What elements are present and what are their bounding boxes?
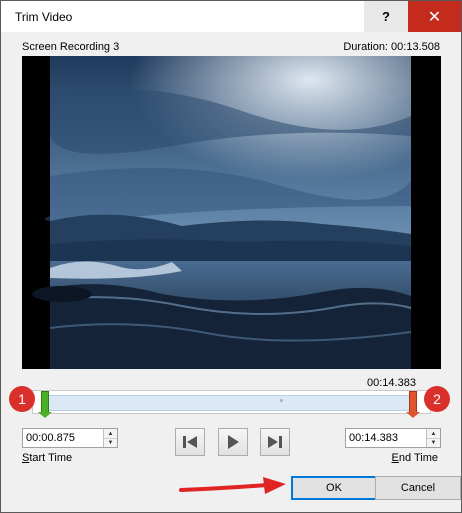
end-time-input[interactable]: [346, 429, 421, 447]
dialog-title: Trim Video: [15, 10, 73, 24]
annotation-badge-start: 1: [9, 386, 35, 412]
playhead-marker[interactable]: [280, 399, 283, 402]
start-time-spinner: ▲ ▼: [22, 428, 118, 448]
chevron-down-icon[interactable]: ▼: [427, 438, 440, 447]
annotation-arrow: [179, 477, 286, 494]
chevron-down-icon[interactable]: ▼: [104, 438, 117, 447]
play-button[interactable]: [218, 428, 248, 456]
title-bar: Trim Video ? ✕: [1, 1, 461, 32]
end-time-label: End Time: [391, 452, 438, 464]
start-time-input[interactable]: [23, 429, 98, 447]
trim-timeline[interactable]: [32, 390, 431, 418]
annotation-badge-end: 2: [424, 386, 450, 412]
next-frame-button[interactable]: [260, 428, 290, 456]
end-trim-handle[interactable]: [406, 391, 420, 418]
help-button[interactable]: ?: [364, 1, 408, 32]
video-preview: [22, 56, 441, 369]
trim-video-dialog: Trim Video ? ✕ Screen Recording 3 Durati…: [0, 0, 462, 513]
previous-frame-button[interactable]: [175, 428, 205, 456]
end-time-readout: 00:14.383: [367, 377, 416, 389]
video-frame-image: [32, 56, 412, 369]
trim-selection: [43, 395, 412, 411]
start-time-label: Start Time: [22, 452, 73, 464]
end-time-spin-buttons: ▲ ▼: [426, 429, 440, 447]
close-button[interactable]: ✕: [408, 1, 461, 32]
ok-button[interactable]: OK: [291, 476, 377, 500]
end-time-spinner: ▲ ▼: [345, 428, 441, 448]
video-name: Screen Recording 3: [22, 41, 120, 53]
next-frame-icon: [268, 436, 282, 448]
previous-frame-icon: [183, 436, 197, 448]
start-time-spin-buttons: ▲ ▼: [103, 429, 117, 447]
play-icon: [228, 435, 239, 449]
cancel-button[interactable]: Cancel: [375, 476, 461, 500]
video-duration: Duration: 00:13.508: [343, 41, 440, 53]
start-trim-handle[interactable]: [38, 391, 52, 418]
close-icon: ✕: [427, 8, 442, 26]
